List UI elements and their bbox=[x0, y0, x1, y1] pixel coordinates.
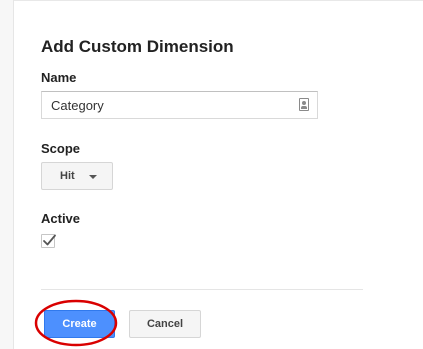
name-input-value: Category bbox=[51, 98, 104, 113]
left-gutter bbox=[0, 0, 14, 349]
contact-card-icon bbox=[299, 98, 309, 111]
name-label: Name bbox=[41, 70, 77, 85]
active-checkbox[interactable] bbox=[41, 234, 56, 248]
scope-label: Scope bbox=[41, 141, 81, 156]
name-input[interactable]: Category bbox=[41, 91, 318, 119]
cancel-button[interactable]: Cancel bbox=[129, 310, 201, 338]
scope-dropdown[interactable]: Hit bbox=[41, 162, 113, 190]
create-button[interactable]: Create bbox=[44, 310, 115, 338]
custom-dimension-panel: Add Custom Dimension Name Category Scope… bbox=[34, 0, 423, 349]
chevron-down-icon bbox=[89, 175, 97, 179]
active-label: Active bbox=[41, 211, 81, 226]
checkmark-icon bbox=[43, 234, 56, 246]
footer-divider bbox=[41, 289, 363, 290]
page-title: Add Custom Dimension bbox=[41, 37, 234, 56]
scope-selected-value: Hit bbox=[60, 170, 75, 182]
